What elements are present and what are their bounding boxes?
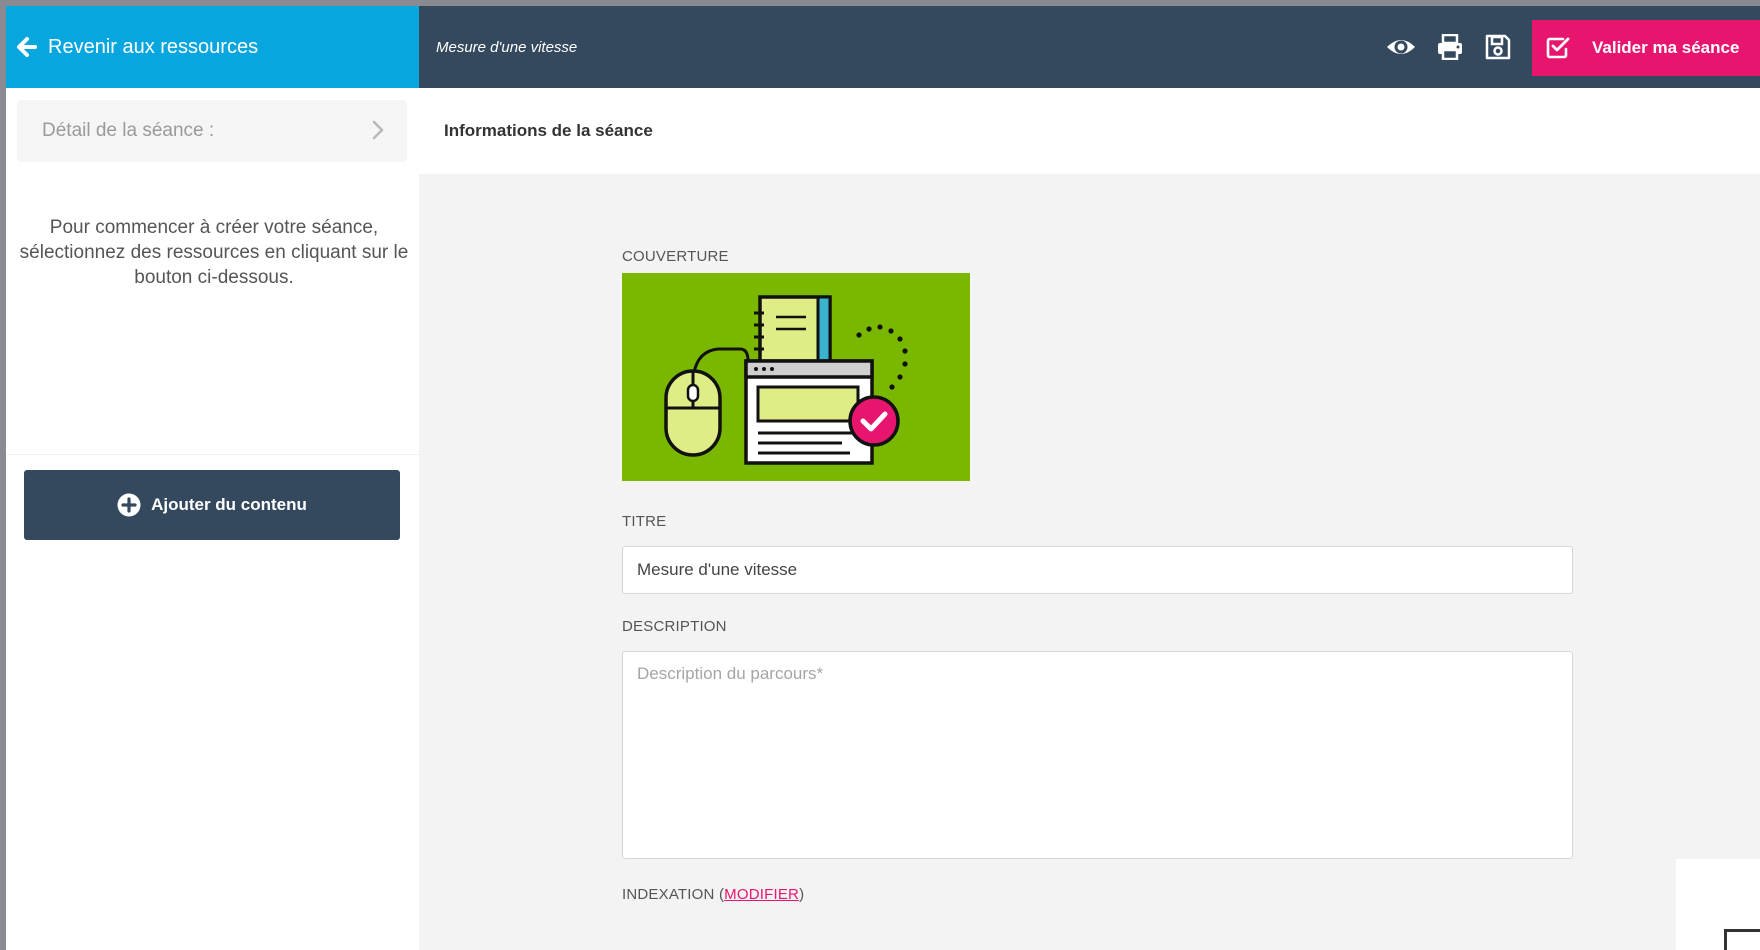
title-field-label: TITRE <box>622 513 667 530</box>
description-textarea[interactable] <box>622 651 1573 859</box>
back-button-label: Revenir aux ressources <box>48 35 259 58</box>
session-detail-label: Détail de la séance : <box>42 120 215 141</box>
indexation-label-text: INDEXATION <box>622 886 715 903</box>
print-icon[interactable] <box>1437 34 1463 60</box>
main-panel: Informations de la séance COUVERTURE TIT… <box>419 88 1760 950</box>
description-field-label: DESCRIPTION <box>622 618 727 635</box>
plus-circle-icon <box>117 493 141 517</box>
cover-illustration <box>664 295 908 465</box>
indexation-label: INDEXATION (MODIFIER) <box>622 886 804 903</box>
back-to-resources-button[interactable]: Revenir aux ressources <box>6 6 419 88</box>
validate-session-button[interactable]: Valider ma séance <box>1532 20 1760 76</box>
window-corner-icon <box>1724 929 1760 950</box>
app-window: Revenir aux ressources Mesure d'une vite… <box>6 6 1760 950</box>
sidebar-divider <box>6 454 419 455</box>
session-detail-toggle[interactable]: Détail de la séance : <box>17 100 407 162</box>
indexation-paren-close: ) <box>799 886 805 903</box>
cover-label: COUVERTURE <box>622 248 729 265</box>
add-content-button[interactable]: Ajouter du contenu <box>24 470 400 540</box>
title-bar: Mesure d'une vitesse Valider ma séance <box>419 6 1760 88</box>
sidebar: Détail de la séance : Pour commencer à c… <box>6 88 419 950</box>
arrow-left-icon <box>17 37 37 57</box>
add-content-label: Ajouter du contenu <box>151 495 307 514</box>
session-title: Mesure d'une vitesse <box>436 38 578 56</box>
section-title: Informations de la séance <box>444 121 653 140</box>
sidebar-help-text: Pour commencer à créer votre séance, sél… <box>19 217 409 288</box>
validate-button-label: Valider ma séance <box>1592 38 1740 57</box>
eye-icon[interactable] <box>1386 34 1416 60</box>
title-input[interactable] <box>622 546 1573 594</box>
indexation-modify-link[interactable]: MODIFIER <box>724 886 799 903</box>
corner-widget <box>1676 859 1760 950</box>
check-square-icon <box>1546 37 1570 59</box>
cover-image[interactable] <box>622 273 970 481</box>
save-icon[interactable] <box>1485 34 1511 60</box>
chevron-right-icon <box>372 120 384 140</box>
top-bar: Revenir aux ressources Mesure d'une vite… <box>6 6 1760 88</box>
section-header: Informations de la séance <box>419 88 1760 174</box>
